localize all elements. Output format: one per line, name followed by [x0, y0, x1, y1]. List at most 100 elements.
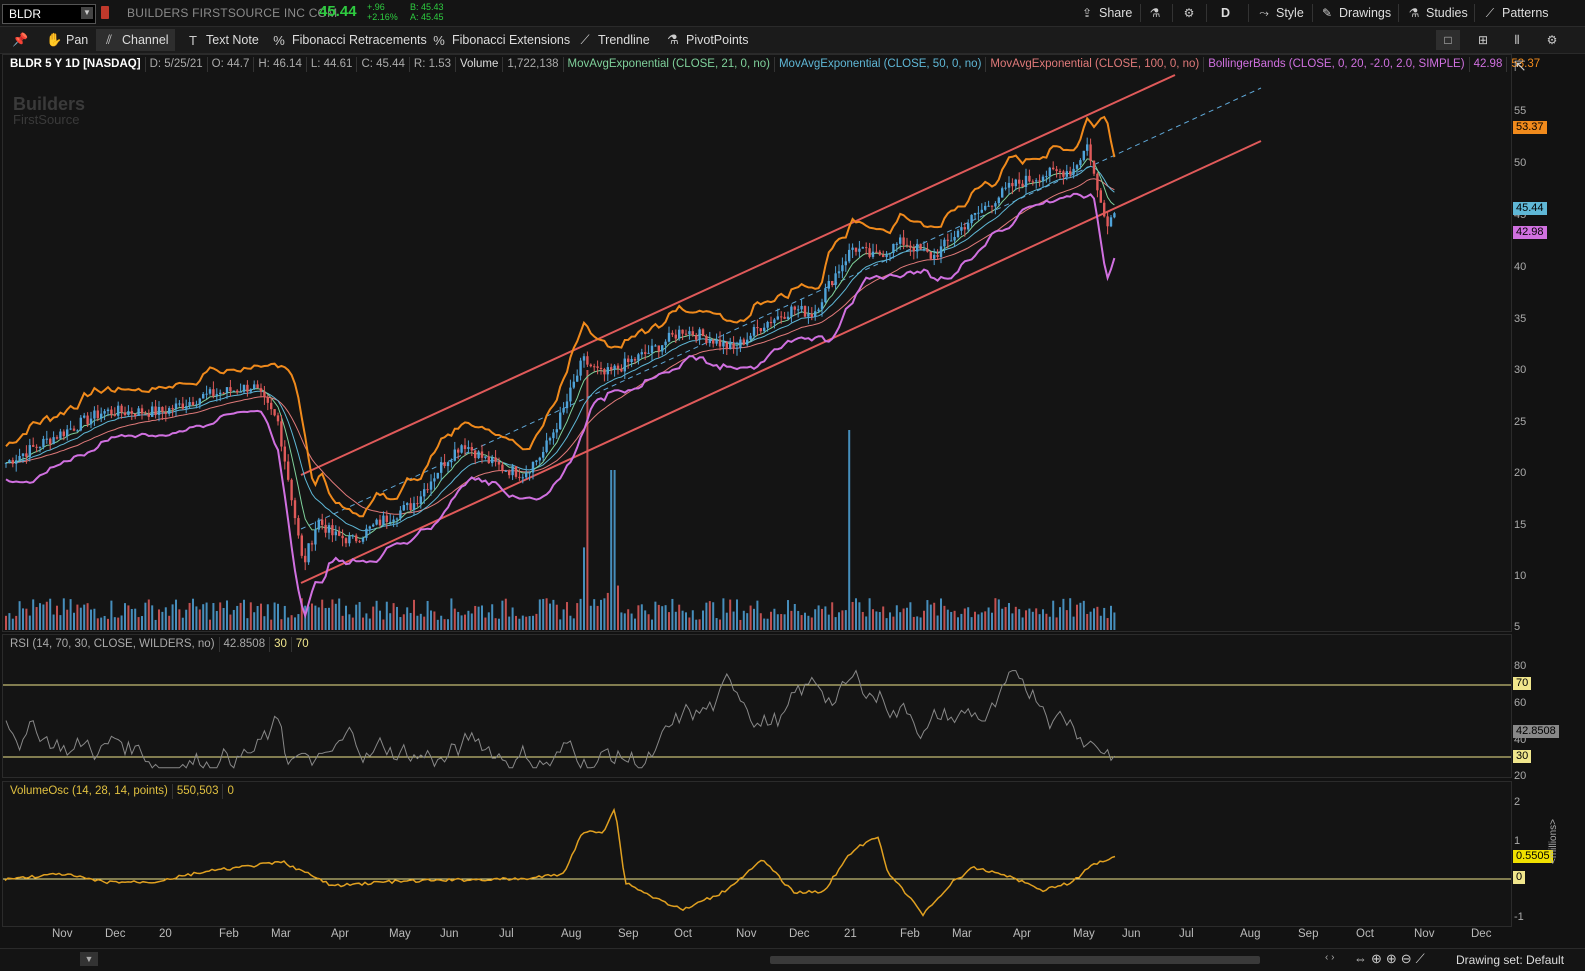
channel-tool[interactable]: ⫽ Channel: [96, 29, 175, 51]
volume-bar: [606, 592, 609, 630]
candle-body: [552, 432, 555, 439]
candle-body: [712, 339, 715, 344]
volume-bar: [1096, 606, 1099, 630]
candle-body: [351, 535, 354, 537]
symbol-dropdown-icon[interactable]: ▼: [81, 7, 93, 19]
trendline-tool[interactable]: ⟋ Trendline: [572, 29, 656, 51]
volume-bar: [773, 608, 776, 630]
volume-bar: [518, 618, 521, 630]
price-tick: 35: [1514, 313, 1527, 325]
pin-tool[interactable]: 📌: [6, 29, 32, 51]
candle-body: [76, 430, 79, 432]
zoom-controls[interactable]: ⇔⊕⊕⊖⟋: [1354, 951, 1429, 967]
volume-bar: [171, 604, 174, 630]
time-scrollbar[interactable]: [770, 956, 1260, 964]
drawings-button[interactable]: ✎ Drawings: [1320, 4, 1391, 22]
volume-bar: [1004, 607, 1007, 630]
share-button[interactable]: ⇪ Share: [1080, 4, 1132, 22]
divider: [1140, 4, 1141, 22]
pan-tool[interactable]: ✋ Pan: [40, 29, 94, 51]
gear-icon: ⚙: [1546, 33, 1558, 47]
scroll-left-button[interactable]: ▼: [80, 952, 98, 966]
volume-bar: [59, 615, 62, 630]
volume-bar: [742, 610, 745, 630]
candle-body: [395, 518, 399, 520]
text-note-tool[interactable]: T Text Note: [180, 29, 265, 51]
single-layout-button[interactable]: □: [1436, 30, 1460, 50]
candle-body: [922, 248, 926, 250]
candle-body: [256, 384, 259, 389]
candle-body: [416, 503, 419, 505]
time-tick: Sep: [618, 928, 639, 940]
time-tick: Nov: [1414, 928, 1435, 940]
volume-bar: [790, 610, 793, 630]
flask-button[interactable]: ⚗: [1148, 4, 1162, 22]
legend-volume-label[interactable]: Volume: [456, 57, 504, 72]
candle-body: [878, 251, 881, 255]
volume-bar: [674, 611, 677, 630]
scroll-arrows[interactable]: ‹ ›: [1325, 952, 1334, 963]
studies-button[interactable]: ⚗ Studies: [1407, 4, 1468, 22]
rsi-label[interactable]: RSI (14, 70, 30, CLOSE, WILDERS, no): [6, 637, 220, 652]
candle-body: [899, 237, 902, 244]
grid-layout-button[interactable]: ⊞: [1471, 30, 1495, 50]
chart-settings-button[interactable]: ⚙: [1540, 30, 1564, 50]
candle-body: [4, 462, 8, 464]
style-button[interactable]: ⤳ Style: [1257, 4, 1304, 22]
link-flag-icon[interactable]: [101, 6, 109, 19]
candle-body: [140, 408, 144, 414]
price-pane[interactable]: BLDR 5 Y 1D [NASDAQ] D: 5/25/21 O: 44.7 …: [2, 54, 1540, 632]
legend-ema100[interactable]: MovAvgExponential (CLOSE, 100, 0, no): [986, 57, 1205, 72]
candle-body: [266, 397, 269, 403]
channel-lower-line[interactable]: [300, 140, 1262, 584]
volume-bar: [127, 605, 130, 630]
channel-upper-line[interactable]: [300, 74, 1176, 476]
candle-body: [1048, 167, 1051, 177]
volume-osc-pane[interactable]: VolumeOsc (14, 28, 14, points) 550,503 0: [2, 781, 1512, 927]
volume-bar: [793, 604, 796, 630]
patterns-label: Patterns: [1502, 6, 1549, 20]
patterns-button[interactable]: ⟋ Patterns: [1483, 4, 1549, 22]
bars-button[interactable]: ⫴: [1505, 30, 1529, 50]
volume-bar: [603, 598, 606, 630]
candle-body: [191, 402, 195, 406]
fib-retracements-tool[interactable]: % Fibonacci Retracements: [266, 29, 433, 51]
candle-body: [735, 347, 739, 349]
volume-bar: [630, 613, 633, 630]
candle-body: [990, 205, 994, 207]
legend-ema50[interactable]: MovAvgExponential (CLOSE, 50, 0, no): [775, 57, 987, 72]
volume-bar: [96, 618, 99, 630]
volume-bar: [470, 613, 473, 630]
volume-bar: [362, 617, 364, 630]
legend-ema21[interactable]: MovAvgExponential (CLOSE, 21, 0, no): [564, 57, 775, 72]
candle-body: [994, 203, 997, 207]
fib-extensions-tool[interactable]: % Fibonacci Extensions: [426, 29, 576, 51]
legend-bb[interactable]: BollingerBands (CLOSE, 0, 20, -2.0, 2.0,…: [1204, 57, 1470, 72]
rsi-pane[interactable]: RSI (14, 70, 30, CLOSE, WILDERS, no) 42.…: [2, 634, 1512, 778]
volume-bar: [229, 614, 232, 630]
rsi-ob-tag: 70: [1513, 677, 1532, 690]
volume-bar: [62, 598, 65, 630]
candle-body: [127, 411, 130, 416]
candle-body: [293, 500, 297, 519]
pivotpoints-tool[interactable]: ⚗ PivotPoints: [660, 29, 755, 51]
rsi-chart-svg: [3, 669, 1511, 769]
legend-range: R: 1.53: [410, 57, 456, 72]
symbol-input[interactable]: BLDR ▼: [2, 4, 96, 24]
aggregation-selector[interactable]: D: [1221, 4, 1230, 22]
settings-button[interactable]: ⚙: [1182, 4, 1196, 22]
pivot-icon: ⚗: [667, 32, 679, 47]
expand-icon[interactable]: ⇱: [1514, 58, 1526, 75]
candle-body: [1069, 171, 1072, 175]
volume-bar: [1093, 608, 1095, 630]
volosc-line: [4, 807, 1116, 917]
volume-bar: [919, 617, 922, 630]
volume-bar: [895, 605, 898, 630]
volume-bar: [562, 609, 565, 630]
volosc-label[interactable]: VolumeOsc (14, 28, 14, points): [6, 784, 173, 799]
price-tick: 40: [1514, 261, 1527, 273]
divider: [1206, 4, 1207, 22]
candle-body: [977, 212, 980, 214]
volume-bar: [933, 602, 936, 630]
drawing-set-label[interactable]: Drawing set: Default: [1456, 953, 1564, 967]
